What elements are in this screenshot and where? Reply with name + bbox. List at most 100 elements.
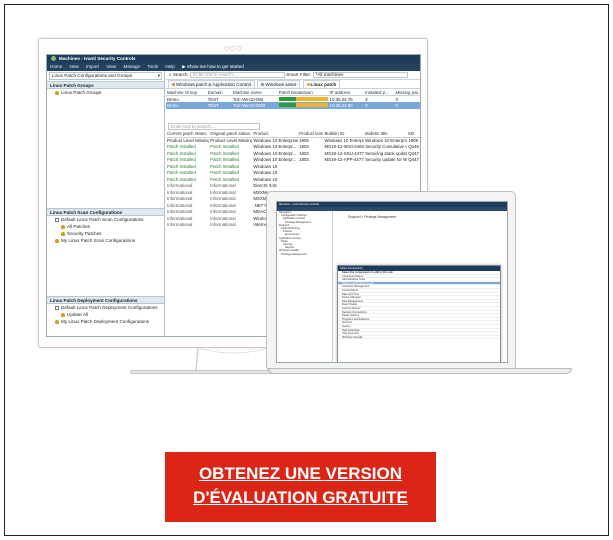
table-cell: Informational xyxy=(167,222,193,228)
tree-item-label: All Patches xyxy=(67,224,90,229)
config-icon xyxy=(61,312,65,317)
installed-fill xyxy=(278,97,296,101)
table-cell: Windows 10 Enterprise (x... xyxy=(365,138,407,143)
tab-label: Windows asset xyxy=(265,82,297,87)
free-trial-button[interactable]: OBTENEZ UNE VERSION D'ÉVALUATION GRATUIT… xyxy=(165,452,436,522)
cell-machine: ToC-Win10-DM2 xyxy=(232,102,278,109)
tree-item-update-all[interactable]: Update All xyxy=(47,311,164,318)
table-cell: Windows 10 Enterprise... xyxy=(253,138,299,143)
laptop-page-title: Endpoint > Privilege Management xyxy=(348,215,396,219)
table-row[interactable]: Demo TEST ToC-Win10-DM2 10.35.24.80 3 0 xyxy=(166,102,420,109)
menu-import[interactable]: Import xyxy=(86,64,99,69)
tree-item-security-patches[interactable]: Security Patches xyxy=(47,230,164,237)
tab-windows-asset[interactable]: Windows asset xyxy=(257,80,301,88)
menu-manage[interactable]: Manage xyxy=(124,64,141,69)
tab-label: Windows patch & Application Control xyxy=(176,82,252,87)
search-bar: ⌕ Search: Enter text to search... Smart … xyxy=(166,71,420,80)
group-icon xyxy=(55,90,59,95)
laptop-screen: Machines - Ivanti Security Controls Navi… xyxy=(276,201,508,363)
folder-icon xyxy=(55,217,59,222)
config-group-select-value: Linux Patch Configurations and Groups xyxy=(52,73,133,78)
tree-item-label: My Linux Patch Deployment Configurations xyxy=(61,319,150,324)
table-cell: Security Cumulative Up... xyxy=(365,144,407,150)
menubar: Home New Import View Manage Tools Help ▶… xyxy=(47,63,420,71)
menu-home[interactable]: Home xyxy=(50,64,62,69)
machines-table: Machine Group Domain Machine name Patch … xyxy=(166,89,420,109)
tree-item-my-scan-configs[interactable]: My Linux Patch Scan Configurations xyxy=(47,237,164,244)
tree-item-label: Default Linux Patch Scan Configurations xyxy=(61,217,144,222)
table-row[interactable]: Product Level Missing Product Level Missi… xyxy=(166,137,420,144)
cell-installed: 3 xyxy=(364,102,395,109)
table-cell: Windows 10 Enterpr... xyxy=(253,150,297,156)
config-group-select[interactable]: Linux Patch Configurations and Groups ▾ xyxy=(49,72,162,80)
smart-filter-label: Smart Filter: xyxy=(286,72,312,77)
laptop-base xyxy=(268,368,572,374)
cta-line-1: OBTENEZ UNE VERSION xyxy=(198,464,403,483)
cell-group: Demo xyxy=(166,102,207,109)
laptop-nav-tree: Navigation Configuration Settings Applicat… xyxy=(277,211,333,362)
menu-view[interactable]: View xyxy=(106,64,116,69)
app-logo-icon xyxy=(51,56,56,62)
patch-breakdown-bar xyxy=(278,103,328,108)
window-title: Machines - Ivanti Security Controls xyxy=(59,56,136,61)
folder-icon xyxy=(55,305,59,310)
patch-groups-header: Linux Patch Groups xyxy=(47,81,164,89)
tree-item-label: Linux Patch Groups xyxy=(61,90,102,95)
monitor-dots: ○○○ xyxy=(223,45,243,52)
menu-help[interactable]: Help xyxy=(165,64,174,69)
config-icon xyxy=(61,224,65,229)
table-cell: MS19-12-W10-4483234 xyxy=(324,144,364,150)
dialog-list-item[interactable]: Windows Firewall xyxy=(338,336,500,340)
laptop-tree-item[interactable]: Privilege Management xyxy=(277,253,332,256)
table-cell: MS19-12-SSU-4477137 xyxy=(324,150,364,156)
scan-configs-header: Linux Patch Scan Configurations xyxy=(47,208,164,216)
table-cell: Windows 10 Enterpr... xyxy=(253,157,297,163)
config-icon xyxy=(55,238,59,243)
search-icon: ⌕ xyxy=(169,72,172,77)
smart-filter-select[interactable]: *All machines xyxy=(312,71,408,78)
table-cell: Q447 xyxy=(408,150,419,156)
table-cell: Product Level Missing xyxy=(210,138,253,143)
menu-new[interactable]: New xyxy=(70,64,79,69)
cell-patch-breakdown xyxy=(277,102,329,109)
table-cell: MS19-12-APP-4477137 xyxy=(324,157,364,163)
table-cell: Q446 xyxy=(408,144,419,150)
table-cell: Product Level Missing xyxy=(167,138,210,143)
installed-fill xyxy=(278,103,296,108)
table-cell: Q447 xyxy=(408,157,419,163)
config-icon xyxy=(55,319,59,324)
show-me-how-link[interactable]: ▶ Show me how to get started xyxy=(182,64,250,69)
patch-search-input[interactable]: Enter text to search... xyxy=(168,122,260,130)
tree-item-default-scan-configs[interactable]: Default Linux Patch Scan Configurations xyxy=(47,216,164,223)
cell-ip: 10.35.24.80 xyxy=(328,102,365,109)
cell-domain: TEST xyxy=(206,102,233,109)
tree-item-all-patches[interactable]: All Patches xyxy=(47,223,164,230)
table-cell: Servicing stack update f... xyxy=(365,150,407,156)
windows-patch-icon xyxy=(172,83,175,87)
tab-windows-patch[interactable]: Windows patch & Application Control xyxy=(168,80,256,88)
deploy-configs-header: Linux Patch Deployment Configurations xyxy=(47,296,164,304)
table-cell: Windows 10 Enterpr... xyxy=(253,144,297,150)
chevron-down-icon: ▾ xyxy=(157,73,160,78)
search-label: Search: xyxy=(172,72,189,77)
menu-tools[interactable]: Tools xyxy=(147,64,158,69)
asset-icon xyxy=(261,83,265,87)
tree-item-linux-patch-groups[interactable]: Linux Patch Groups xyxy=(47,89,164,96)
laptop: Machines - Ivanti Security Controls Navi… xyxy=(266,191,516,371)
table-cell: Security update for Wind... xyxy=(365,157,408,163)
search-input[interactable]: Enter text to search... xyxy=(189,71,285,78)
linux-icon xyxy=(306,83,310,87)
tree-item-my-deploy-configs[interactable]: My Linux Patch Deployment Configurations xyxy=(47,318,164,325)
cta-line-2: D'ÉVALUATION GRATUITE xyxy=(193,488,408,507)
cell-missing: 0 xyxy=(394,102,420,109)
dialog-list: Component Name Administrative Tools Backup… xyxy=(338,275,500,340)
left-pane: Linux Patch Configurations and Groups ▾ … xyxy=(47,71,165,336)
table-cell: Windows 10 Enterprise (x... xyxy=(324,138,364,143)
tree-item-default-deploy-configs[interactable]: Default Linux Patch Deployment Configura… xyxy=(47,304,164,311)
tree-item-label: My Linux Patch Scan Configurations xyxy=(61,238,136,243)
tree-item-label: Default Linux Patch Deployment Configura… xyxy=(61,305,158,310)
tab-linux-patch[interactable]: Linux patch xyxy=(302,80,341,88)
table-cell: Informational xyxy=(210,222,236,228)
